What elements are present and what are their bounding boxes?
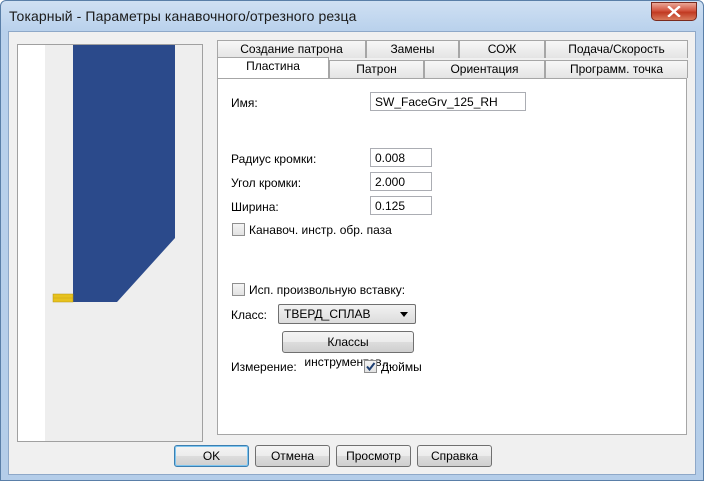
tab-label: Патрон bbox=[356, 62, 397, 76]
custom-insert-label[interactable]: Исп. произвольную вставку: bbox=[249, 283, 405, 297]
tab-program-point[interactable]: Программ. точка bbox=[545, 60, 688, 78]
name-label: Имя: bbox=[231, 96, 258, 110]
dialog-window: Токарный - Параметры канавочного/отрезно… bbox=[0, 0, 704, 481]
tab-label: Замены bbox=[390, 42, 435, 56]
close-button[interactable] bbox=[651, 2, 697, 21]
tab-insert[interactable]: Пластина bbox=[217, 57, 329, 78]
cancel-button[interactable]: Отмена bbox=[255, 445, 330, 467]
checkmark-icon bbox=[366, 362, 376, 372]
tool-preview bbox=[17, 44, 203, 442]
help-button[interactable]: Справка bbox=[417, 445, 492, 467]
tab-orientation[interactable]: Ориентация bbox=[424, 60, 545, 78]
corner-radius-label: Радиус кромки: bbox=[231, 152, 317, 166]
width-label: Ширина: bbox=[231, 200, 279, 214]
tool-holder-shape bbox=[73, 45, 175, 302]
tab-label: Ориентация bbox=[450, 62, 519, 76]
tab-label: Программ. точка bbox=[569, 62, 664, 76]
width-input[interactable] bbox=[370, 196, 432, 215]
tab-strip: Создание патрона Замены СОЖ Подача/Скоро… bbox=[214, 40, 690, 80]
tab-label: Подача/Скорость bbox=[568, 42, 665, 56]
chevron-down-icon bbox=[400, 312, 408, 317]
tool-graphic bbox=[52, 45, 175, 303]
tool-classes-button[interactable]: Классы инструментов... bbox=[282, 331, 414, 369]
class-dropdown[interactable]: ТВЕРД_СПЛАВ bbox=[278, 304, 416, 324]
ok-button[interactable]: OK bbox=[174, 445, 249, 467]
class-dropdown-value: ТВЕРД_СПЛАВ bbox=[284, 307, 371, 321]
tab-label: Пластина bbox=[246, 59, 300, 73]
preview-button[interactable]: Просмотр bbox=[336, 445, 411, 467]
tab-holder-create[interactable]: Создание патрона bbox=[217, 40, 366, 58]
inches-checkbox[interactable] bbox=[364, 360, 377, 373]
corner-radius-input[interactable] bbox=[370, 148, 432, 167]
tab-replacements[interactable]: Замены bbox=[366, 40, 459, 58]
dialog-client-area: Создание патрона Замены СОЖ Подача/Скоро… bbox=[8, 31, 696, 475]
tab-holder[interactable]: Патрон bbox=[329, 60, 424, 78]
custom-insert-checkbox[interactable] bbox=[232, 283, 245, 296]
name-input[interactable] bbox=[370, 92, 526, 111]
insert-tab-panel: Имя: Радиус кромки: Угол кромки: Ширина:… bbox=[217, 78, 687, 435]
tab-feed-speed[interactable]: Подача/Скорость bbox=[545, 40, 688, 58]
title-bar[interactable]: Токарный - Параметры канавочного/отрезно… bbox=[1, 1, 703, 31]
tab-coolant[interactable]: СОЖ bbox=[459, 40, 545, 58]
face-groove-checkbox[interactable] bbox=[232, 223, 245, 236]
face-groove-label[interactable]: Канавоч. инстр. обр. паза bbox=[249, 223, 392, 237]
window-title: Токарный - Параметры канавочного/отрезно… bbox=[9, 8, 357, 24]
tab-label: СОЖ bbox=[487, 42, 517, 56]
units-label: Измерение: bbox=[231, 360, 297, 374]
corner-angle-input[interactable] bbox=[370, 172, 432, 191]
close-icon bbox=[667, 6, 681, 17]
corner-angle-label: Угол кромки: bbox=[231, 176, 302, 190]
class-label: Класс: bbox=[231, 308, 267, 322]
tab-label: Создание патрона bbox=[240, 42, 343, 56]
inches-label[interactable]: Дюймы bbox=[381, 360, 422, 374]
